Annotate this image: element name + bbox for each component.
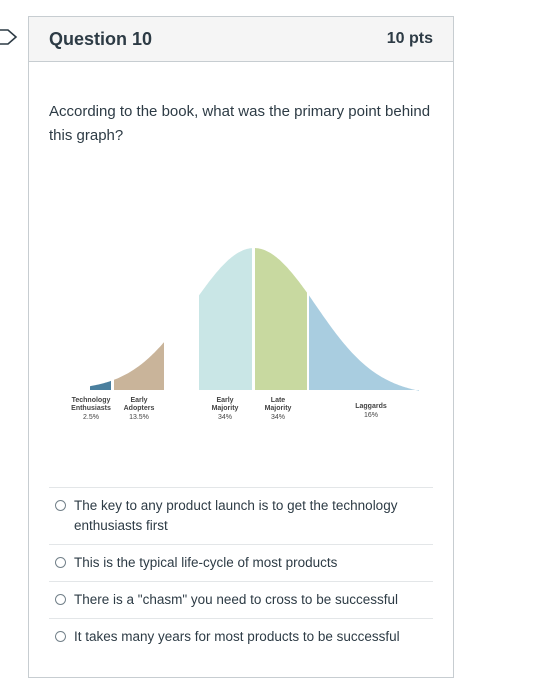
answer-option-1[interactable]: The key to any product launch is to get … — [49, 487, 433, 544]
question-title: Question 10 — [49, 28, 153, 49]
answer-option-3[interactable]: There is a "chasm" you need to cross to … — [49, 581, 433, 618]
answer-label-4: It takes many years for most products to… — [74, 629, 400, 644]
segment-value: 34% — [218, 414, 232, 421]
segment-label: Majority — [212, 405, 239, 412]
question-header: Question 10 10 pts — [29, 17, 453, 62]
question-text: According to the book, what was the prim… — [49, 103, 431, 144]
segment-label: Enthusiasts — [71, 405, 111, 412]
segment-label: Laggards — [355, 403, 387, 410]
segment-value: 13.5% — [129, 414, 149, 421]
segment-late-majority — [255, 248, 307, 390]
answer-label-2: This is the typical life-cycle of most p… — [74, 555, 338, 570]
segment-value: 34% — [271, 414, 285, 421]
answer-label-1: The key to any product launch is to get … — [74, 498, 398, 533]
segment-label: Adopters — [124, 405, 155, 412]
segment-early-majority — [199, 248, 252, 390]
answer-radio-3[interactable] — [55, 594, 66, 605]
answer-radio-2[interactable] — [55, 557, 66, 568]
segment-label: Technology — [72, 397, 111, 404]
adoption-curve-figure: Technology Enthusiasts 2.5% Early Adopters 13… — [63, 230, 433, 440]
answer-label-3: There is a "chasm" you need to cross to … — [74, 592, 398, 607]
question-points: 10 pts — [386, 30, 433, 47]
answer-radio-1[interactable] — [55, 500, 66, 511]
segment-value: 16% — [364, 412, 378, 419]
answer-radio-4[interactable] — [55, 631, 66, 642]
segment-technology-enthusiasts — [90, 380, 111, 390]
flag-icon[interactable] — [0, 28, 18, 46]
segment-laggards — [309, 295, 419, 391]
segment-label: Early — [216, 397, 233, 404]
segment-label: Late — [271, 397, 286, 404]
question-card: Question 10 10 pts According to the book… — [28, 16, 454, 678]
segment-early-adopters — [114, 342, 164, 390]
adoption-curve-chart: TechnologyEnthusiasts2.5%EarlyAdopters13… — [71, 248, 419, 421]
segment-label: Early — [130, 397, 147, 404]
question-body: According to the book, what was the prim… — [29, 62, 453, 440]
segment-value: 2.5% — [83, 414, 99, 421]
answer-option-2[interactable]: This is the typical life-cycle of most p… — [49, 544, 433, 581]
segment-label: Majority — [265, 405, 292, 412]
answer-list: The key to any product launch is to get … — [49, 487, 433, 655]
answer-option-4[interactable]: It takes many years for most products to… — [49, 618, 433, 655]
